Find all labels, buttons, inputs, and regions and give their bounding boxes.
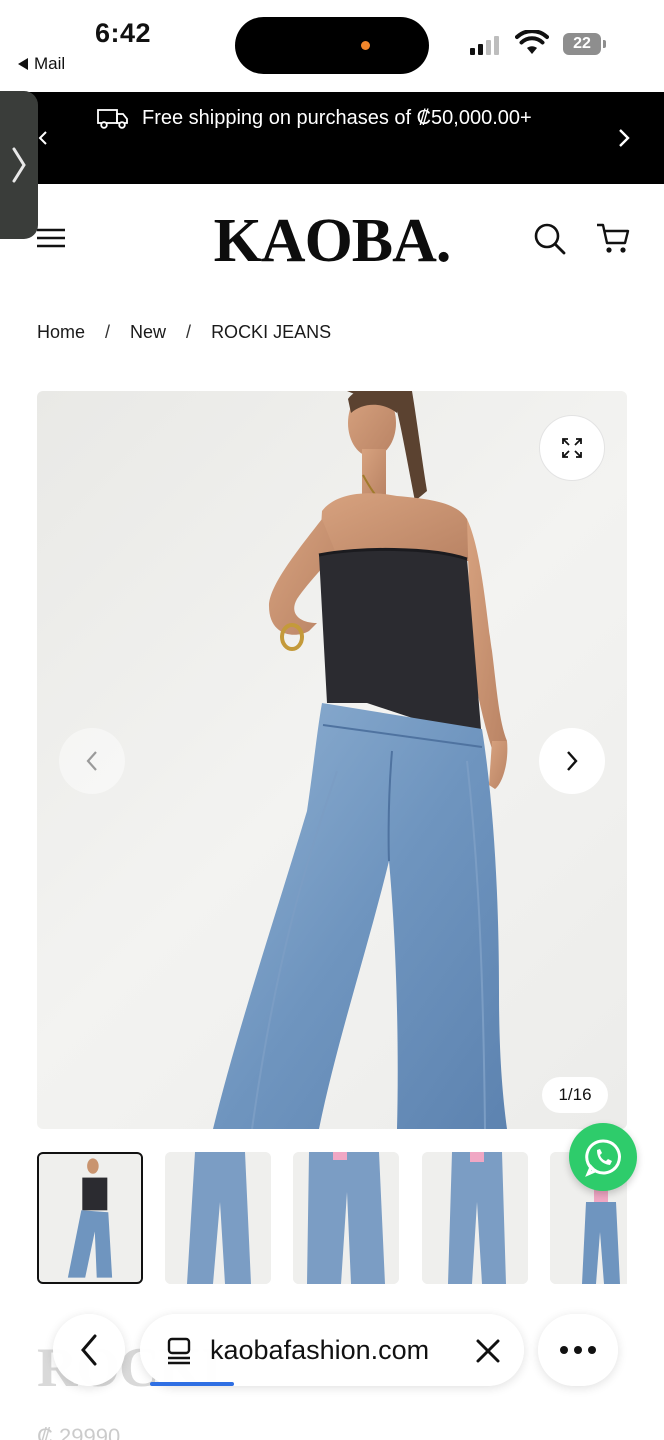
product-image-gallery[interactable]: 1/16 — [37, 391, 627, 1129]
chevron-left-icon — [81, 1334, 97, 1366]
browser-back-button[interactable] — [53, 1314, 125, 1386]
thumbnail-2[interactable] — [165, 1152, 271, 1284]
thumbnail-3[interactable] — [293, 1152, 399, 1284]
hamburger-menu-icon[interactable] — [36, 226, 66, 250]
back-to-mail[interactable]: Mail — [18, 54, 65, 74]
chevron-left-icon — [86, 751, 97, 771]
product-price: ₡ 29990 — [37, 1424, 121, 1440]
announcement-next-icon[interactable] — [612, 122, 636, 154]
gallery-next-button[interactable] — [539, 728, 605, 794]
battery-level: 22 — [563, 33, 601, 55]
breadcrumb-home[interactable]: Home — [37, 322, 85, 343]
cart-icon[interactable] — [595, 221, 631, 257]
thumbnail-4[interactable] — [422, 1152, 528, 1284]
breadcrumb: Home / New / ROCKI JEANS — [37, 322, 331, 343]
side-drawer-handle[interactable] — [0, 91, 38, 239]
thumbnail-1[interactable] — [37, 1152, 143, 1284]
announcement-content: Free shipping on purchases of ₡50,000.00… — [96, 106, 532, 130]
breadcrumb-new[interactable]: New — [130, 322, 166, 343]
chevron-right-icon — [12, 147, 26, 183]
back-app-label: Mail — [34, 54, 66, 73]
status-time: 6:42 — [95, 18, 152, 48]
wifi-icon — [515, 30, 549, 54]
more-dots-icon — [560, 1346, 596, 1354]
expand-icon — [562, 438, 582, 458]
page-load-progress — [150, 1382, 234, 1386]
image-counter: 1/16 — [542, 1077, 608, 1113]
thumbnail-strip — [37, 1151, 627, 1285]
address-bar[interactable]: kaobafashion.com — [140, 1314, 524, 1386]
breadcrumb-separator: / — [186, 322, 192, 342]
battery-icon: 22 — [563, 33, 607, 55]
thumb-jeans-back — [422, 1152, 528, 1284]
url-text[interactable]: kaobafashion.com — [210, 1335, 429, 1366]
whatsapp-icon — [585, 1139, 621, 1177]
thumb-model-front — [39, 1154, 141, 1282]
gallery-prev-button[interactable] — [59, 728, 125, 794]
search-icon[interactable] — [533, 222, 567, 256]
back-triangle-icon — [18, 58, 28, 70]
browser-more-button[interactable] — [538, 1314, 618, 1386]
product-page: 6:42 Mail 22 Free shipping on purchases … — [0, 0, 664, 1440]
announcement-bar: Free shipping on purchases of ₡50,000.00… — [0, 92, 664, 184]
zoom-button[interactable] — [539, 415, 605, 481]
stop-loading-icon[interactable] — [474, 1337, 502, 1365]
status-bar: 6:42 Mail 22 — [0, 0, 664, 92]
site-logo[interactable]: KAOBA. — [200, 206, 464, 277]
thumb-jeans-side — [293, 1152, 399, 1284]
site-header: KAOBA. — [0, 184, 664, 294]
dynamic-island — [235, 17, 429, 74]
recording-indicator — [361, 41, 370, 50]
cellular-signal-icon — [470, 36, 499, 55]
breadcrumb-separator: / — [105, 322, 111, 342]
breadcrumb-current: ROCKI JEANS — [211, 322, 332, 342]
chevron-right-icon — [567, 751, 578, 771]
truck-icon — [97, 109, 128, 129]
page-menu-icon[interactable] — [164, 1336, 194, 1366]
announcement-text: Free shipping on purchases of ₡50,000.00… — [142, 106, 532, 129]
whatsapp-chat-button[interactable] — [569, 1123, 637, 1191]
thumb-jeans-front — [165, 1152, 271, 1284]
